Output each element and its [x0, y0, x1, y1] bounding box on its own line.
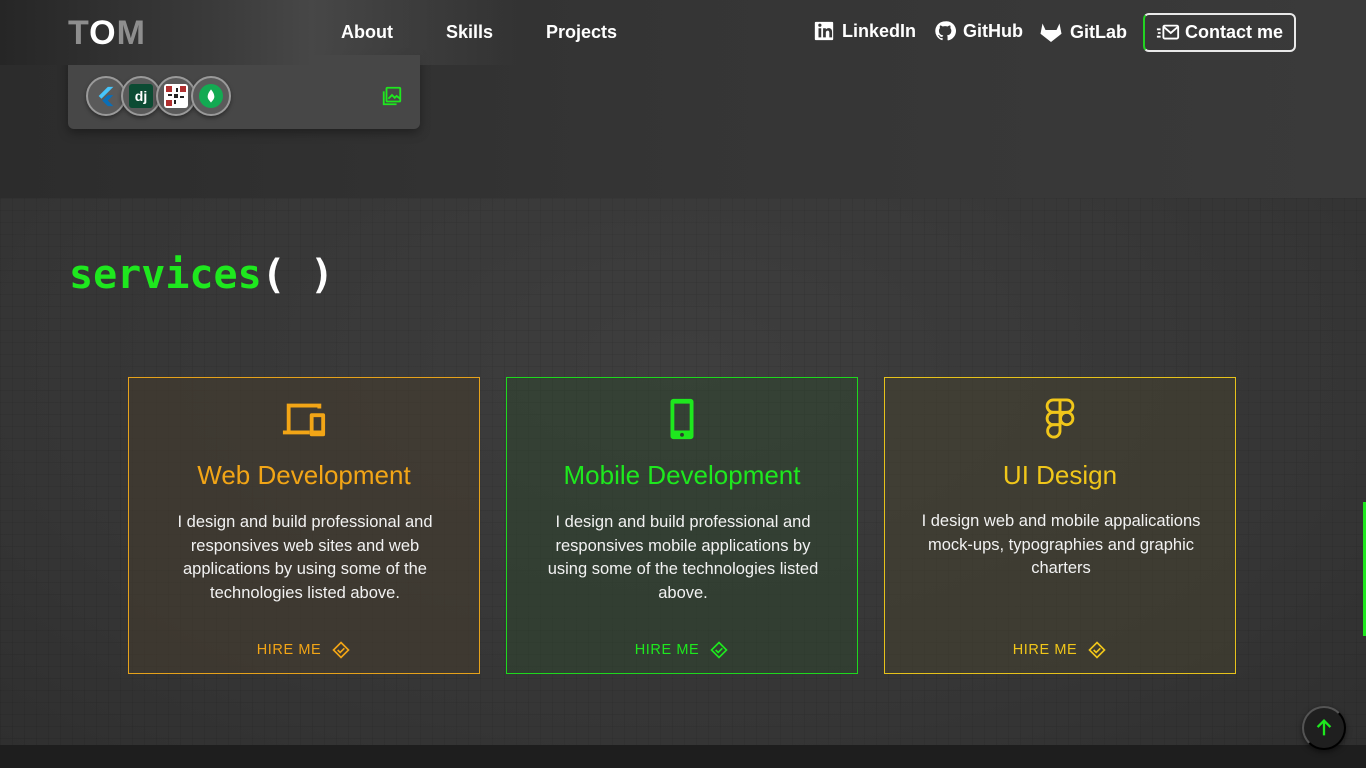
- card-title: Web Development: [197, 460, 411, 490]
- figma-icon: [1045, 398, 1075, 439]
- django-icon: dj: [121, 76, 161, 116]
- mongodb-icon: [191, 76, 231, 116]
- hire-me-label: HIRE ME: [256, 642, 322, 658]
- handshake-icon: [332, 641, 350, 659]
- linkedin-icon: [814, 21, 834, 41]
- gallery-icon[interactable]: [381, 85, 403, 107]
- github-icon: [935, 21, 956, 41]
- qr-tech-icon: [156, 76, 196, 116]
- mail-fast-icon: [1156, 24, 1180, 39]
- contact-me-label: Contact me: [1184, 22, 1283, 42]
- logo[interactable]: TOM: [68, 14, 146, 53]
- service-card-ui-design: UI Design I design web and mobile appali…: [884, 377, 1236, 674]
- hire-me-label: HIRE ME: [634, 642, 700, 658]
- card-title: Mobile Development: [563, 460, 801, 490]
- nav-links: About Skills Projects: [341, 22, 617, 43]
- logo-letter: O: [89, 14, 117, 52]
- logo-letter: T: [68, 14, 90, 52]
- hire-me-label: HIRE ME: [1012, 642, 1078, 658]
- card-description: I design and build professional and resp…: [177, 513, 433, 603]
- linkedin-link[interactable]: LinkedIn: [813, 20, 916, 42]
- handshake-icon: [710, 641, 728, 659]
- navbar: TOM About Skills Projects LinkedIn GitHu…: [0, 0, 1366, 65]
- nav-link-about[interactable]: About: [341, 22, 393, 43]
- flutter-icon: [86, 76, 126, 116]
- services-title-fn: services: [69, 252, 262, 298]
- hire-me-button[interactable]: HIRE ME: [507, 640, 857, 660]
- github-link[interactable]: GitHub: [934, 20, 1023, 42]
- arrow-up-icon: [1316, 719, 1332, 736]
- nav-link-skills[interactable]: Skills: [446, 22, 493, 43]
- card-title: UI Design: [1002, 460, 1118, 490]
- linkedin-label: LinkedIn: [842, 20, 917, 41]
- hire-me-button[interactable]: HIRE ME: [885, 640, 1235, 660]
- gitlab-link[interactable]: GitLab: [1039, 20, 1127, 44]
- handshake-icon: [1088, 641, 1106, 659]
- gitlab-icon: [1040, 23, 1062, 42]
- nav-link-projects[interactable]: Projects: [546, 22, 617, 43]
- services-title: services( ): [69, 252, 334, 298]
- card-description: I design and build professional and resp…: [547, 513, 819, 603]
- footer-strip: [0, 745, 1366, 768]
- smartphone-icon: [670, 398, 694, 440]
- service-card-web-development: Web Development I design and build profe…: [128, 377, 480, 674]
- services-title-parens: ( ): [261, 252, 334, 298]
- hire-me-button[interactable]: HIRE ME: [129, 640, 479, 660]
- contact-me-button[interactable]: Contact me: [1143, 13, 1296, 52]
- gitlab-label: GitLab: [1070, 21, 1127, 42]
- service-card-mobile-development: Mobile Development I design and build pr…: [506, 377, 858, 674]
- devices-icon: [282, 403, 326, 437]
- tech-icons: dj: [86, 76, 231, 116]
- github-label: GitHub: [963, 20, 1023, 41]
- project-card: dj: [68, 55, 420, 129]
- card-description: I design web and mobile appalications mo…: [921, 512, 1201, 578]
- scroll-to-top-button[interactable]: [1302, 706, 1346, 750]
- logo-letter: M: [116, 14, 146, 52]
